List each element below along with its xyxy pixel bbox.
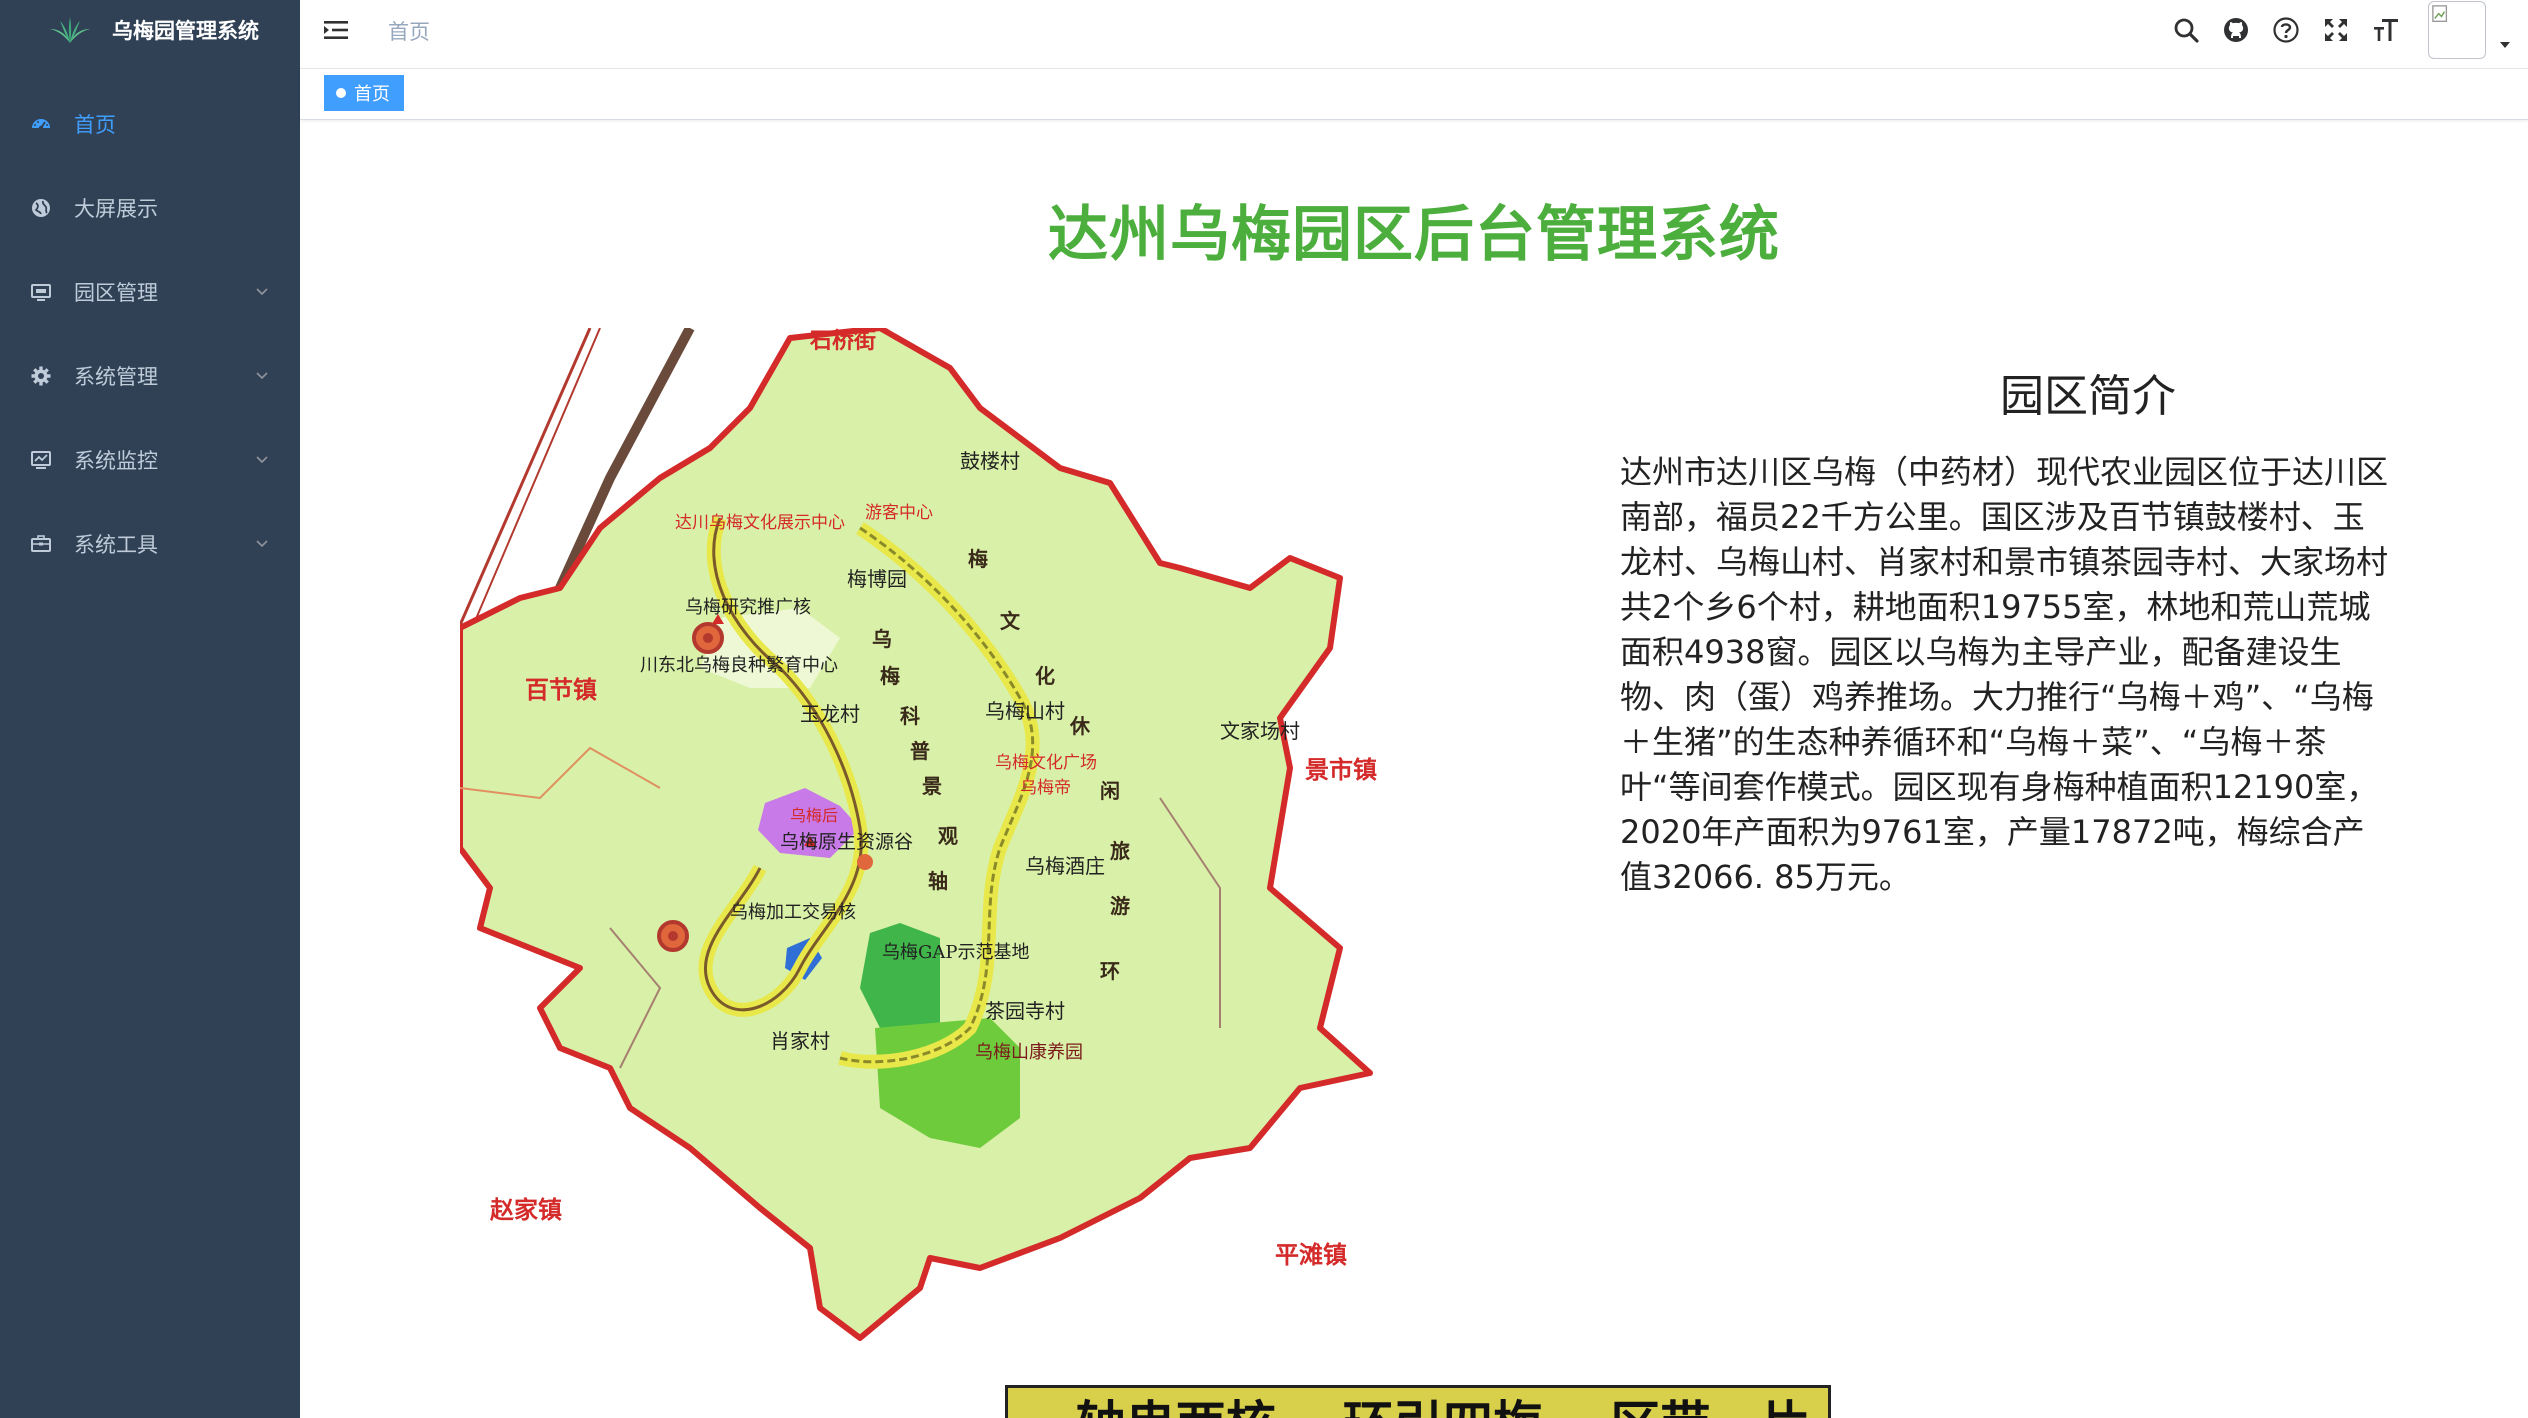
monitor-icon [30,281,52,303]
map-label: 平滩镇 [1275,1240,1347,1269]
chevron-down-icon [256,288,268,296]
globe-icon [30,197,52,219]
map-ring-char: 文 [1000,609,1021,633]
map-axis-char: 观 [938,824,958,848]
map-label: 茶园寺村 [985,999,1065,1023]
app-main: 达州乌梅园区后台管理系统 石桥街 百节镇 景市镇 赵家镇 平滩镇 鼓楼村 达川乌… [300,120,2528,1418]
map-ring-char: 休 [1069,714,1091,738]
search-icon[interactable] [2172,16,2200,44]
map-label: 乌梅酒庄 [1025,854,1105,878]
sidebar-item-label: 大屏展示 [74,197,158,221]
navbar: 首页 [300,0,2528,60]
sidebar-item-tools[interactable]: 系统工具 [0,502,300,586]
github-icon[interactable] [2222,16,2250,44]
map-label: 川东北乌梅良种繁育中心 [640,655,838,676]
map-axis-char: 科 [900,704,920,728]
sidebar-item-system[interactable]: 系统管理 [0,334,300,418]
map-label: 达川乌梅文化展示中心 [675,513,845,533]
map-label: 鼓楼村 [960,449,1020,473]
hamburger-icon[interactable] [322,18,350,42]
chevron-down-icon [256,456,268,464]
sidebar-item-monitor[interactable]: 系统监控 [0,418,300,502]
map-label: 乌梅加工交易核 [730,902,856,923]
map-ring-char: 闲 [1100,779,1120,803]
font-size-icon[interactable] [2372,16,2400,44]
avatar[interactable] [2428,1,2486,59]
map-axis-char: 轴 [928,869,948,893]
chevron-down-icon [256,540,268,548]
sidebar-item-bigscreen[interactable]: 大屏展示 [0,166,300,250]
map-label: 乌梅帝 [1020,778,1071,798]
map-label: 文家场村 [1220,719,1300,743]
map-label: 乌梅GAP示范基地 [882,942,1030,963]
sidebar-item-park[interactable]: 园区管理 [0,250,300,334]
map-label: 游客中心 [865,503,933,523]
chevron-down-icon [256,372,268,380]
sidebar-item-label: 园区管理 [74,281,158,305]
map-ring-char: 化 [1035,664,1055,688]
map-label: 乌梅研究推广核 [685,597,811,618]
sidebar-item-label: 首页 [74,113,116,137]
help-icon[interactable] [2272,16,2300,44]
map-axis-char: 普 [910,739,930,763]
map-ring-char: 梅 [968,547,988,571]
map-ring-char: 环 [1100,959,1120,983]
active-dot-icon [336,88,346,98]
map-label: 乌梅后 [790,806,838,825]
map-label: 乌梅文化广场 [995,753,1097,773]
park-map-image: 石桥街 百节镇 景市镇 赵家镇 平滩镇 鼓楼村 达川乌梅文化展示中心 游客中心 … [448,325,1377,1341]
sidebar: 乌梅园管理系统 首页 大屏展示 园区管理 系统管理 系统监控 系统工具 [0,0,300,1418]
map-label: 赵家镇 [489,1195,562,1224]
sidebar-item-label: 系统管理 [74,365,158,389]
page-title: 达州乌梅园区后台管理系统 [1048,200,1780,270]
logo-icon [48,15,92,45]
sidebar-menu: 首页 大屏展示 园区管理 系统管理 系统监控 系统工具 [0,82,300,586]
fullscreen-icon[interactable] [2322,16,2350,44]
tag-label: 首页 [354,84,390,105]
map-axis-char: 梅 [880,664,900,688]
map-label: 百节镇 [525,675,597,704]
map-label: 乌梅原生资源谷 [780,831,913,853]
park-map: 石桥街 百节镇 景市镇 赵家镇 平滩镇 鼓楼村 达川乌梅文化展示中心 游客中心 … [448,325,1500,1348]
map-label: 乌梅山康养园 [975,1042,1083,1063]
dashboard-icon [30,113,52,135]
sidebar-item-label: 系统监控 [74,449,158,473]
monitor-chart-icon [30,449,52,471]
map-label: 玉龙村 [800,702,860,726]
caret-down-icon[interactable] [2498,38,2512,52]
map-ring-char: 游 [1110,894,1130,918]
map-label: 梅博园 [847,567,907,591]
broken-image-icon [2432,5,2448,22]
tags-view: 首页 [300,68,2528,120]
map-label: 石桥街 [809,328,876,354]
map-axis-char: 乌 [872,627,892,651]
map-label: 景市镇 [1305,755,1377,784]
map-label: 肖家村 [770,1029,830,1053]
toolbox-icon [30,533,52,555]
app-title: 乌梅园管理系统 [112,19,259,43]
map-label: 乌梅山村 [985,699,1065,723]
sidebar-item-label: 系统工具 [74,533,158,557]
map-ring-char: 旅 [1110,839,1130,863]
intro-text: 达州市达川区乌梅（中药材）现代农业园区位于达川区南部，福员22千方公里。国区涉及… [1620,453,2389,896]
map-axis-char: 景 [922,774,942,798]
tag-home[interactable]: 首页 [324,75,404,111]
gear-icon [30,365,52,387]
brand[interactable]: 乌梅园管理系统 [0,0,300,60]
intro-title: 园区简介 [2000,371,2176,422]
slogan-banner: 一轴串两核 一环引四梅 一区带一片 [1005,1385,1831,1418]
sidebar-item-home[interactable]: 首页 [0,82,300,166]
navbar-right-menu [2172,0,2528,60]
breadcrumb[interactable]: 首页 [388,16,430,46]
